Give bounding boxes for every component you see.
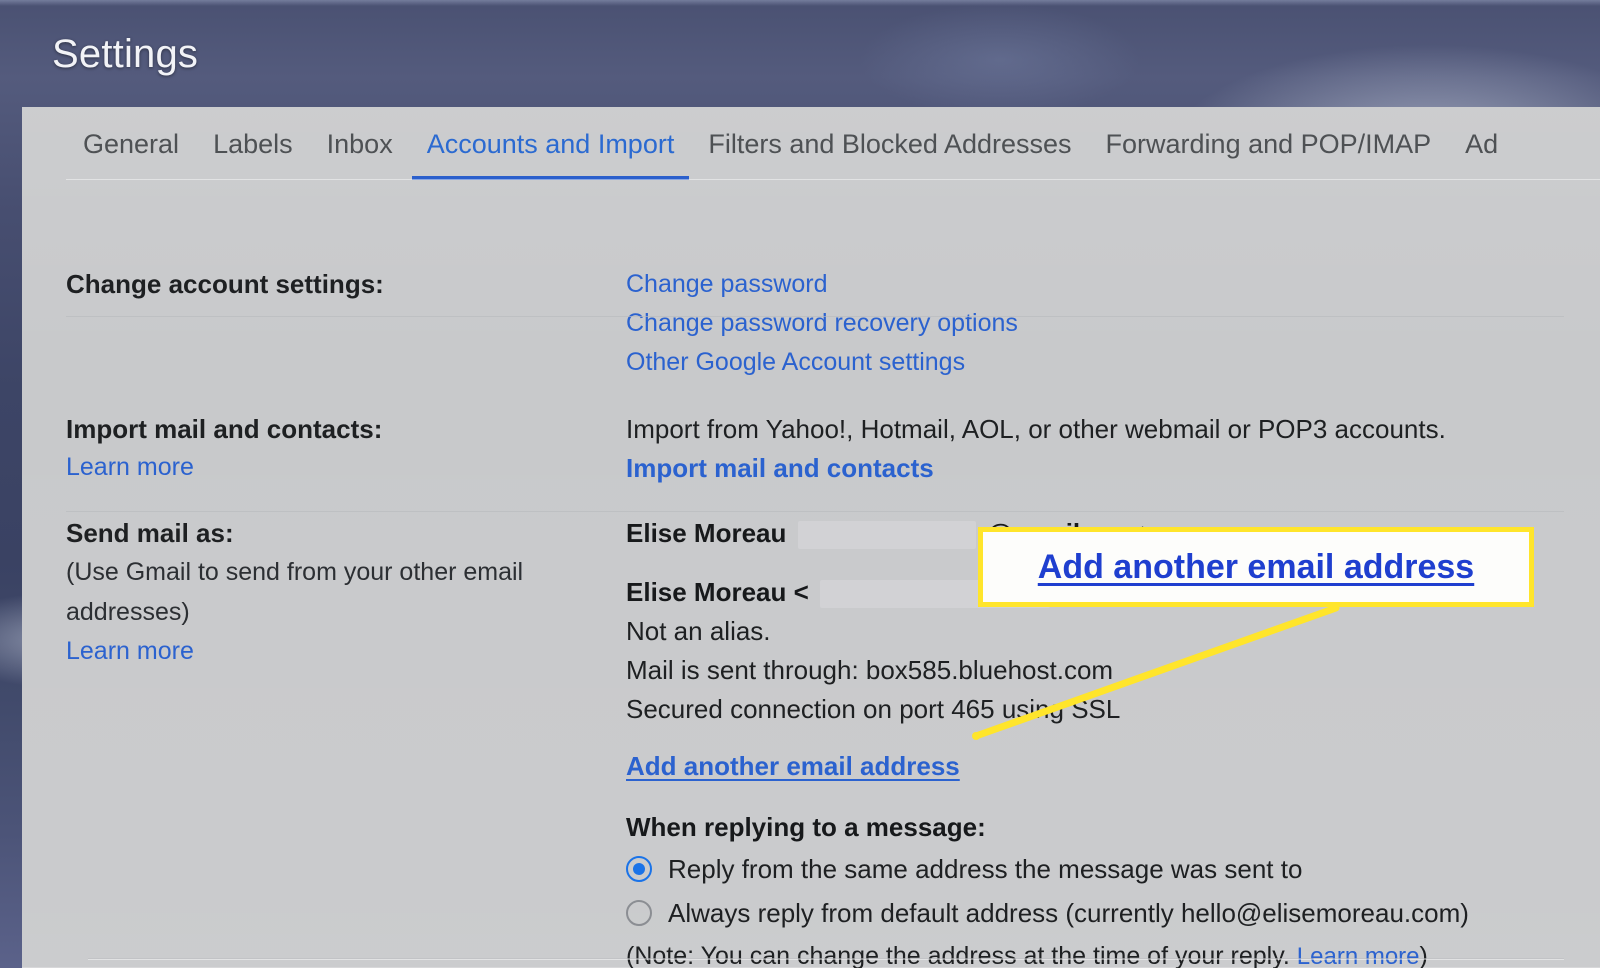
other-google-account-settings-link[interactable]: Other Google Account settings bbox=[626, 348, 965, 376]
change-account-label-col: Change account settings: bbox=[66, 265, 626, 382]
account-secondary-mail-sent-through: Mail is sent through: box585.bluehost.co… bbox=[626, 655, 1114, 685]
section-divider-1 bbox=[66, 316, 1564, 317]
desktop-background: Settings General Labels Inbox Accounts a… bbox=[0, 0, 1600, 968]
import-mail-and-contacts-label: Import mail and contacts: bbox=[66, 414, 383, 444]
account-primary-redaction bbox=[797, 521, 976, 550]
account-secondary-alias-status: Not an alias. bbox=[626, 616, 771, 646]
import-label-col: Import mail and contacts: Learn more bbox=[66, 410, 626, 488]
annotation-callout-box: Add another email address bbox=[978, 527, 1534, 607]
reply-option-default-address-label: Always reply from default address (curre… bbox=[668, 898, 1469, 928]
radio-reply-default-address[interactable] bbox=[626, 900, 652, 926]
import-learn-more-link[interactable]: Learn more bbox=[66, 453, 194, 481]
account-primary-name: Elise Moreau bbox=[626, 518, 787, 548]
section-import-mail-and-contacts: Import mail and contacts: Learn more Imp… bbox=[22, 382, 1600, 512]
tab-inbox[interactable]: Inbox bbox=[310, 107, 410, 180]
tab-general[interactable]: General bbox=[66, 107, 196, 180]
tab-filters-and-blocked-addresses[interactable]: Filters and Blocked Addresses bbox=[691, 107, 1088, 180]
import-mail-and-contacts-link[interactable]: Import mail and contacts bbox=[626, 453, 934, 483]
change-password-recovery-options-link[interactable]: Change password recovery options bbox=[626, 309, 1018, 337]
reply-note-suffix: ) bbox=[1419, 942, 1428, 968]
send-mail-as-label-col: Send mail as: (Use Gmail to send from yo… bbox=[66, 514, 626, 968]
radio-reply-same-address[interactable] bbox=[626, 856, 652, 882]
send-mail-as-label: Send mail as: bbox=[66, 518, 234, 548]
change-account-settings-label: Change account settings: bbox=[66, 269, 384, 299]
reply-note-learn-more-link[interactable]: Learn more bbox=[1297, 943, 1420, 968]
tab-accounts-and-import[interactable]: Accounts and Import bbox=[410, 107, 692, 180]
panel-bottom-divider bbox=[88, 958, 1564, 960]
tab-labels[interactable]: Labels bbox=[196, 107, 310, 180]
settings-tabbar: General Labels Inbox Accounts and Import… bbox=[22, 107, 1600, 180]
account-secondary-name: Elise Moreau < bbox=[626, 577, 809, 607]
reply-note-prefix: (Note: You can change the address at the… bbox=[626, 942, 1297, 968]
reply-option-same-address-row[interactable]: Reply from the same address the message … bbox=[626, 847, 1600, 891]
reply-option-default-address-row[interactable]: Always reply from default address (curre… bbox=[626, 891, 1600, 935]
section-change-account-settings: Change account settings: Change password… bbox=[22, 179, 1600, 382]
import-value-col: Import from Yahoo!, Hotmail, AOL, or oth… bbox=[626, 410, 1600, 488]
send-mail-as-learn-more-link[interactable]: Learn more bbox=[66, 637, 194, 665]
change-account-links-col: Change password Change password recovery… bbox=[626, 265, 1600, 382]
reply-note: (Note: You can change the address at the… bbox=[626, 935, 1600, 968]
tab-add-ons[interactable]: Ad bbox=[1448, 107, 1515, 180]
page-title: Settings bbox=[52, 32, 199, 76]
add-another-email-address-link[interactable]: Add another email address bbox=[626, 751, 960, 781]
send-mail-as-sublabel: (Use Gmail to send from your other email… bbox=[66, 558, 524, 626]
import-description: Import from Yahoo!, Hotmail, AOL, or oth… bbox=[626, 414, 1446, 444]
when-replying-heading: When replying to a message: bbox=[626, 812, 986, 842]
account-secondary-secured-connection: Secured connection on port 465 using SSL bbox=[626, 694, 1121, 724]
tab-forwarding-and-pop-imap[interactable]: Forwarding and POP/IMAP bbox=[1089, 107, 1449, 180]
reply-option-same-address-label: Reply from the same address the message … bbox=[668, 854, 1303, 884]
annotation-callout-label: Add another email address bbox=[1037, 547, 1475, 586]
change-password-link[interactable]: Change password bbox=[626, 270, 828, 298]
